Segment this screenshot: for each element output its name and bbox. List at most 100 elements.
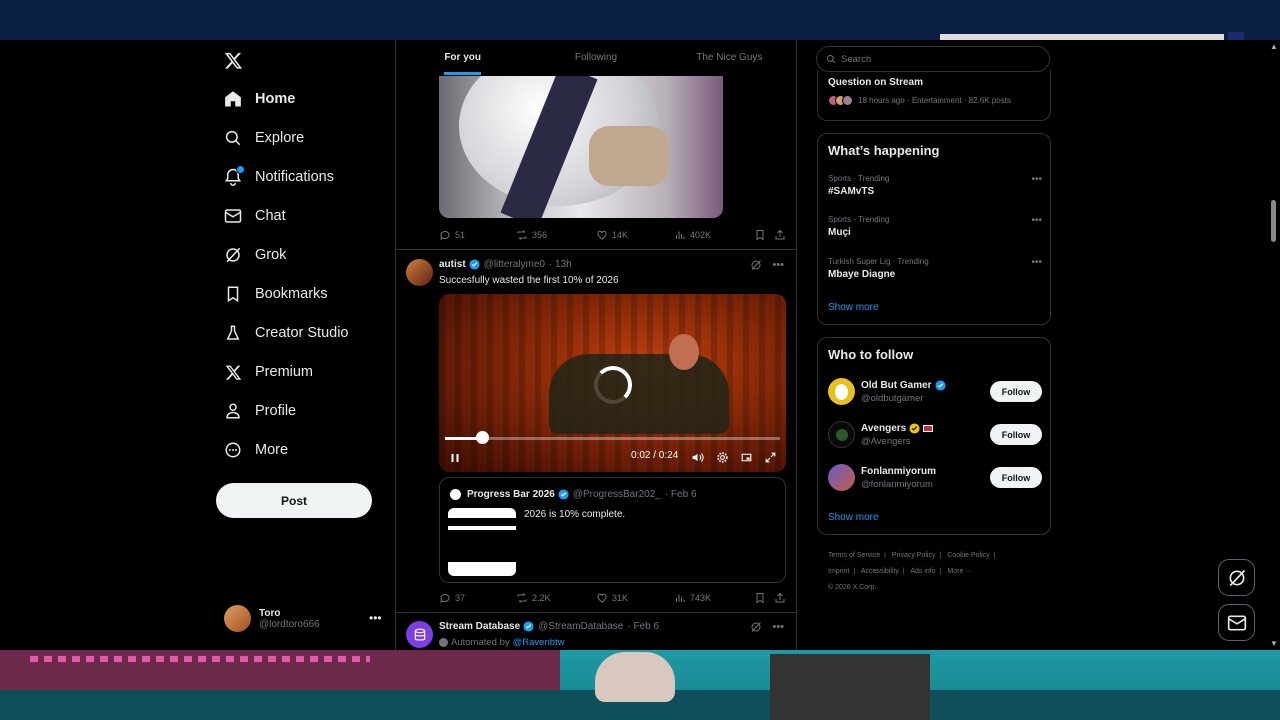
grok-icon[interactable] bbox=[750, 621, 762, 633]
nav-grok[interactable]: Grok bbox=[222, 240, 286, 270]
fullscreen-icon[interactable] bbox=[764, 451, 777, 464]
footer-sep: | bbox=[993, 552, 996, 559]
video-progress-track[interactable] bbox=[445, 437, 780, 440]
quoted-tweet[interactable]: Progress Bar 2026 @ProgressBar202_ · Feb… bbox=[439, 477, 786, 583]
user-handle: @Avengers bbox=[861, 435, 911, 447]
tweet-date[interactable]: · Feb 6 bbox=[627, 621, 659, 632]
bookmark-button[interactable] bbox=[754, 229, 774, 241]
quote-image-block bbox=[448, 530, 516, 562]
more-dots-icon[interactable]: ••• bbox=[1031, 215, 1042, 226]
post-button[interactable]: Post bbox=[216, 483, 372, 518]
nav-bookmarks[interactable]: Bookmarks bbox=[222, 279, 328, 309]
scroll-down-arrow-icon[interactable]: ▼ bbox=[1270, 639, 1278, 648]
avatar[interactable] bbox=[406, 259, 433, 286]
tweet-actions: 51 356 14K 402K bbox=[439, 229, 787, 241]
x-app: Home Explore Notifications Chat Grok Boo… bbox=[0, 40, 1270, 650]
footer-link[interactable]: Imprint bbox=[828, 568, 849, 575]
follow-suggestion[interactable]: Avengers @Avengers Follow bbox=[828, 421, 1042, 448]
tab-for-you[interactable]: For you bbox=[396, 40, 529, 76]
video-player[interactable]: 0:02 / 0:24 bbox=[439, 294, 786, 472]
repost-button[interactable]: 356 bbox=[516, 229, 596, 241]
timeline: For you Following The Nice Guys 51 356 1… bbox=[395, 40, 797, 650]
page-scrollbar[interactable]: ▲ ▼ bbox=[1268, 40, 1280, 650]
footer-link[interactable]: Privacy Policy bbox=[892, 552, 936, 559]
footer-link[interactable]: Terms of Service bbox=[828, 552, 880, 559]
views-button[interactable]: 743K bbox=[674, 592, 754, 604]
reply-button[interactable]: 37 bbox=[439, 592, 516, 604]
settings-gear-icon[interactable] bbox=[716, 451, 729, 464]
trending-top-card[interactable]: Question on Stream 18 hours ago · Entert… bbox=[817, 70, 1051, 121]
avatar[interactable] bbox=[406, 621, 433, 648]
follow-button[interactable]: Follow bbox=[990, 424, 1042, 445]
trend-item[interactable]: Turkish Super Lig · Trending Mbaye Diagn… bbox=[828, 257, 1042, 280]
more-dots-icon[interactable]: ••• bbox=[772, 621, 784, 633]
trend-item[interactable]: Sports · Trending Muçi ••• bbox=[828, 215, 1042, 238]
nav-premium[interactable]: Premium bbox=[222, 357, 313, 387]
nav-notifications[interactable]: Notifications bbox=[222, 162, 334, 192]
author-name[interactable]: autist bbox=[439, 259, 466, 270]
show-more-link[interactable]: Show more bbox=[828, 512, 879, 523]
author-handle[interactable]: @litteralyme0 bbox=[484, 259, 545, 270]
tab-the-nice-guys[interactable]: The Nice Guys bbox=[663, 40, 796, 76]
tweet-divider bbox=[396, 612, 796, 613]
more-dots-icon[interactable]: ••• bbox=[1031, 174, 1042, 185]
automated-label: Automated by @Ravenbtw bbox=[439, 637, 565, 648]
copyright: © 2026 X Corp. bbox=[828, 584, 877, 591]
user-handle: @oldbutgamer bbox=[861, 392, 924, 404]
account-name: Toro bbox=[259, 607, 281, 619]
grok-fab[interactable] bbox=[1218, 559, 1255, 596]
like-button[interactable]: 31K bbox=[596, 592, 674, 604]
nav-profile[interactable]: Profile bbox=[222, 396, 296, 426]
nav-profile-label: Profile bbox=[255, 403, 297, 419]
nav-more[interactable]: More bbox=[222, 435, 288, 465]
repost-button[interactable]: 2.2K bbox=[516, 592, 596, 604]
follow-button[interactable]: Follow bbox=[990, 467, 1042, 488]
scrollbar-thumb[interactable] bbox=[1271, 200, 1276, 242]
trend-item[interactable]: Sports · Trending #SAMvTS ••• bbox=[828, 174, 1042, 197]
volume-icon[interactable] bbox=[691, 451, 704, 464]
more-dots-icon[interactable]: ••• bbox=[1031, 257, 1042, 268]
follow-suggestion[interactable]: Old But Gamer @oldbutgamer Follow bbox=[828, 378, 1042, 405]
avatar-emblem bbox=[835, 428, 848, 441]
author-handle[interactable]: @StreamDatabase bbox=[538, 621, 623, 632]
x-logo-icon[interactable] bbox=[224, 51, 243, 70]
pause-icon[interactable] bbox=[449, 452, 461, 464]
footer-link[interactable]: Accessibility bbox=[861, 568, 899, 575]
footer-link[interactable]: Ads info bbox=[910, 568, 935, 575]
share-button[interactable] bbox=[774, 592, 786, 604]
reply-count: 51 bbox=[455, 230, 466, 240]
automated-by-link[interactable]: @Ravenbtw bbox=[513, 637, 565, 648]
footer-link[interactable]: More ··· bbox=[947, 568, 972, 575]
heart-icon bbox=[597, 593, 607, 603]
picture-in-picture-icon[interactable] bbox=[740, 451, 753, 464]
nav-home[interactable]: Home bbox=[222, 84, 295, 114]
nav-chat[interactable]: Chat bbox=[222, 201, 286, 231]
more-dots-icon[interactable]: ••• bbox=[772, 259, 784, 271]
author-name[interactable]: Stream Database bbox=[439, 621, 520, 632]
share-button[interactable] bbox=[774, 229, 786, 241]
more-dots-icon[interactable]: ••• bbox=[369, 611, 382, 625]
show-more-link[interactable]: Show more bbox=[828, 302, 879, 313]
grok-icon[interactable] bbox=[750, 259, 762, 271]
video-scrub-handle[interactable] bbox=[475, 431, 489, 444]
scroll-up-arrow-icon[interactable]: ▲ bbox=[1270, 42, 1278, 51]
follow-suggestion[interactable]: Fonlanmiyorum @fonlanmiyorum Follow bbox=[828, 464, 1042, 491]
nav-creator-studio[interactable]: Creator Studio bbox=[222, 318, 349, 348]
search-input[interactable] bbox=[841, 53, 1041, 65]
tweet-image[interactable] bbox=[439, 76, 723, 218]
views-button[interactable]: 402K bbox=[674, 229, 754, 241]
tab-following[interactable]: Following bbox=[529, 40, 662, 76]
tweet-header: Stream Database @StreamDatabase · Feb 6 bbox=[439, 621, 659, 632]
tweet-time[interactable]: · 13h bbox=[549, 259, 572, 270]
footer-link[interactable]: Cookie Policy bbox=[947, 552, 989, 559]
reply-button[interactable]: 51 bbox=[439, 229, 516, 241]
search-box[interactable] bbox=[816, 46, 1050, 72]
nav-explore[interactable]: Explore bbox=[222, 123, 304, 153]
like-button[interactable]: 14K bbox=[596, 229, 674, 241]
user-name: Avengers bbox=[861, 422, 907, 434]
follow-button[interactable]: Follow bbox=[990, 381, 1042, 402]
messages-fab[interactable] bbox=[1218, 604, 1255, 641]
bookmark-button[interactable] bbox=[754, 592, 774, 604]
automated-prefix: Automated by bbox=[451, 637, 510, 648]
account-switcher[interactable]: Toro @lordtoro666 ••• bbox=[224, 605, 382, 632]
